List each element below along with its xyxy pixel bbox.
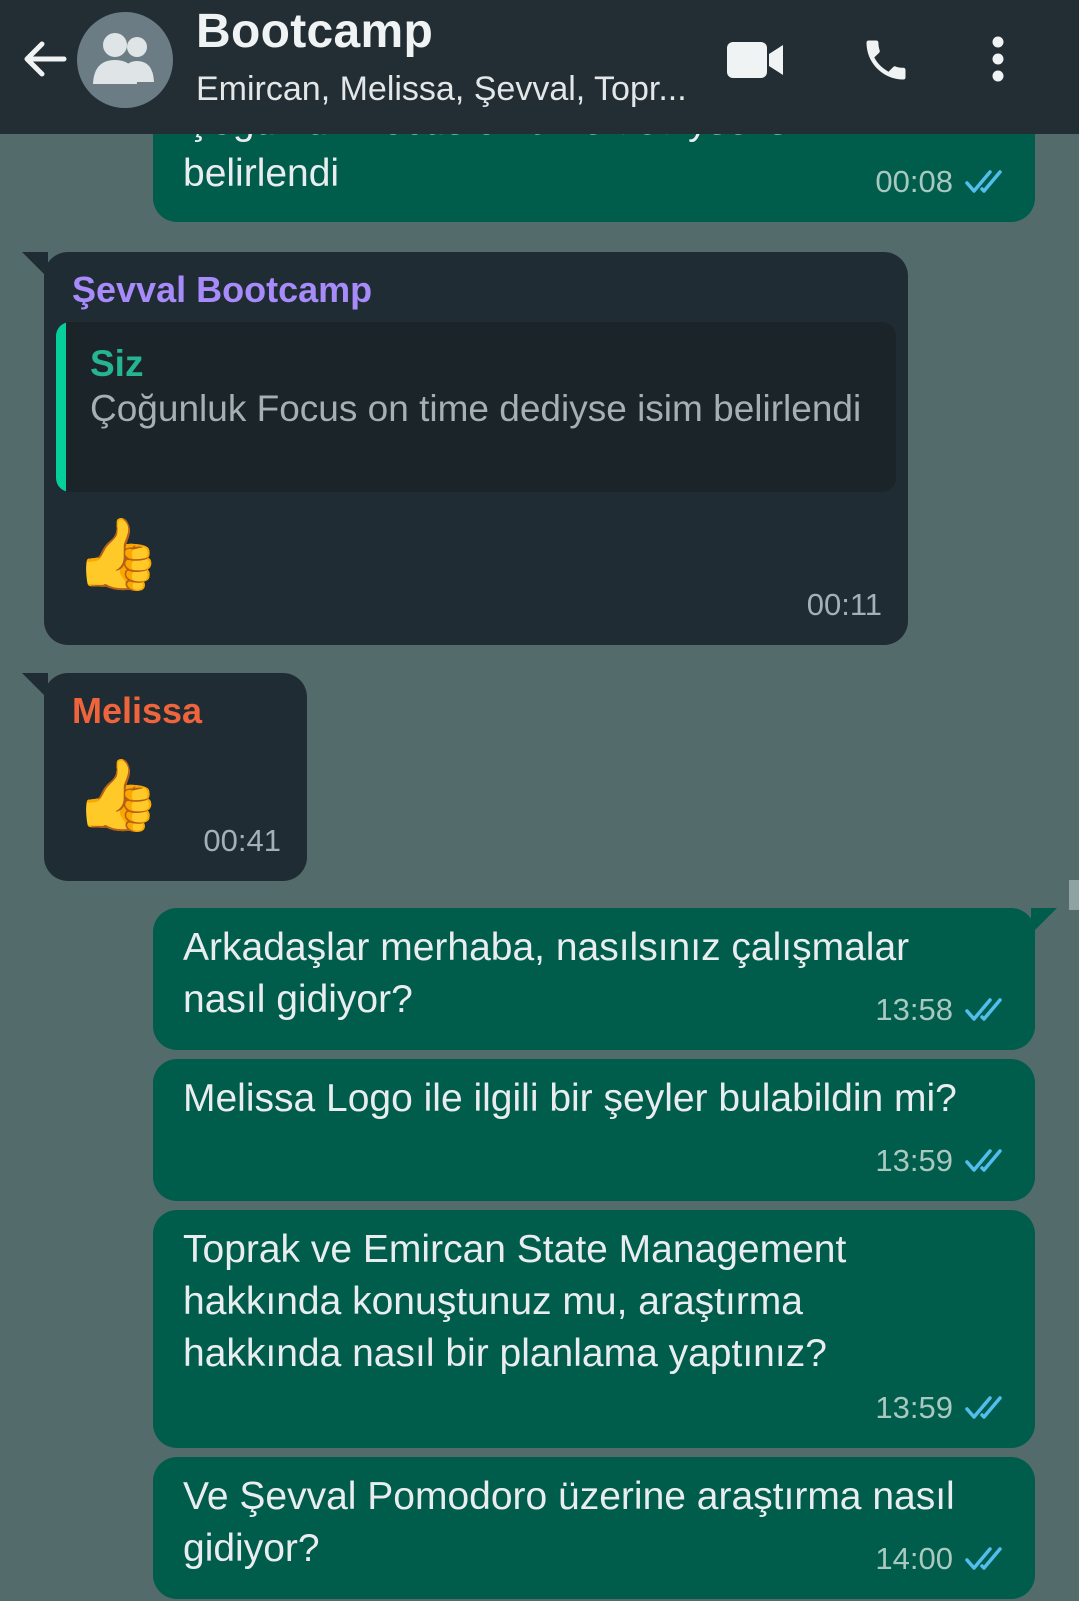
chat-header: Bootcamp Emircan, Melissa, Şevval, Topr.… bbox=[0, 0, 1079, 134]
message-meta: 00:08 bbox=[875, 156, 1009, 208]
avatar[interactable] bbox=[77, 12, 173, 108]
quote-text: Çoğunluk Focus on time dediyse isim beli… bbox=[90, 388, 862, 429]
message-time: 13:59 bbox=[875, 1390, 953, 1425]
chat-participants[interactable]: Emircan, Melissa, Şevval, Topr... bbox=[196, 70, 716, 109]
scrollbar-thumb[interactable] bbox=[1069, 880, 1079, 910]
quoted-message[interactable]: Siz Çoğunluk Focus on time dediyse isim … bbox=[56, 322, 896, 492]
message-outgoing[interactable]: Arkadaşlar merhaba, nasılsınız çalışmala… bbox=[153, 908, 1057, 1050]
thumbs-up-emoji: 👍 bbox=[74, 515, 162, 593]
message-meta: 14:00 bbox=[875, 1533, 1009, 1585]
message-incoming[interactable]: Şevval Bootcamp Siz Çoğunluk Focus on ti… bbox=[22, 252, 908, 645]
bubble-tail bbox=[22, 252, 48, 278]
message-time: 13:58 bbox=[875, 992, 953, 1027]
sender-name[interactable]: Şevval Bootcamp bbox=[72, 264, 372, 316]
message-outgoing[interactable]: Ve Şevval Pomodoro üzerine araştırma nas… bbox=[153, 1457, 1035, 1599]
quote-accent-bar bbox=[56, 322, 66, 492]
double-check-icon bbox=[965, 998, 1002, 1021]
message-text: Ve Şevval Pomodoro üzerine araştırma nas… bbox=[183, 1475, 955, 1570]
message-meta: 13:58 bbox=[875, 984, 1009, 1036]
group-icon bbox=[93, 33, 154, 84]
chat-title[interactable]: Bootcamp bbox=[196, 4, 433, 59]
bubble-tail bbox=[1031, 908, 1057, 934]
message-text: Toprak ve Emircan State Management hakkı… bbox=[183, 1228, 847, 1375]
message-time: 14:00 bbox=[875, 1541, 953, 1576]
message-meta: 00:41 bbox=[203, 815, 281, 867]
message-outgoing[interactable]: Melissa Logo ile ilgili bir şeyler bulab… bbox=[153, 1059, 1035, 1201]
double-check-icon bbox=[965, 1396, 1002, 1419]
double-check-icon bbox=[965, 170, 1002, 193]
message-time: 00:08 bbox=[875, 164, 953, 199]
message-text: Melissa Logo ile ilgili bir şeyler bulab… bbox=[183, 1077, 957, 1120]
double-check-icon bbox=[965, 1547, 1002, 1570]
message-meta: 13:59 bbox=[875, 1382, 1009, 1434]
bubble-tail bbox=[22, 673, 48, 699]
double-check-icon bbox=[965, 1149, 1002, 1172]
message-time: 00:11 bbox=[806, 587, 882, 622]
message-meta: 00:11 bbox=[807, 579, 882, 631]
message-time: 00:41 bbox=[203, 823, 281, 858]
message-outgoing[interactable]: Toprak ve Emircan State Management hakkı… bbox=[153, 1210, 1035, 1448]
message-meta: 13:59 bbox=[875, 1135, 1009, 1187]
thumbs-up-emoji: 👍 bbox=[74, 756, 162, 834]
message-text: Arkadaşlar merhaba, nasılsınız çalışmala… bbox=[183, 926, 910, 1021]
back-arrow-icon[interactable] bbox=[20, 34, 70, 84]
more-options-icon[interactable] bbox=[988, 34, 1008, 84]
message-time: 13:59 bbox=[875, 1143, 953, 1178]
message-incoming[interactable]: Melissa 👍 00:41 bbox=[22, 673, 307, 881]
video-call-icon[interactable] bbox=[727, 40, 785, 80]
quote-sender: Siz bbox=[90, 343, 144, 384]
sender-name[interactable]: Melissa bbox=[72, 685, 202, 737]
phone-icon[interactable] bbox=[860, 34, 912, 86]
